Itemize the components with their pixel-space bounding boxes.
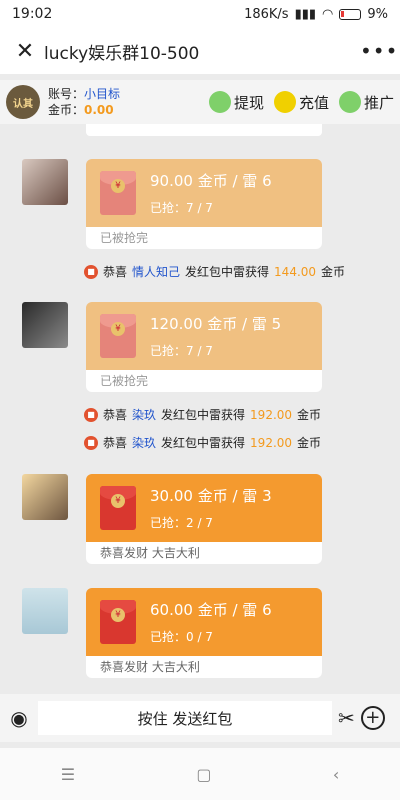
menu-icon[interactable]: ☰ [61,765,75,784]
red-packet[interactable]: ¥ 60.00 金币 / 雷 6 已抢：0 / 7 恭喜发财 大吉大利 [86,588,322,678]
signal-icon: ▮▮▮ [294,6,317,22]
home-icon[interactable]: ▢ [196,765,211,784]
title-bar: ✕ lucky娱乐群10-500 ••• [0,28,400,74]
withdraw-icon [208,91,231,113]
packet-grab-count: 已抢：7 / 7 [150,344,213,358]
coin-balance: 0.00 [84,103,114,117]
notice-icon: ■ [84,264,98,279]
promote-button[interactable]: 推广 [338,91,394,113]
battery-icon [339,8,362,20]
packet-greeting: 恭喜发财 大吉大利 [86,656,322,678]
account-bar: 认其 账号：小目标 金币：0.00 提现 充值 推广 [0,80,400,124]
account-name[interactable]: 小目标 [84,87,120,101]
page-title: lucky娱乐群10-500 [44,43,200,64]
packet-status: 已被抢完 [86,227,322,249]
chat-list[interactable]: ¥ 90.00 金币 / 雷 6 已抢：7 / 7 已被抢完 ■ 恭喜 情人知己… [0,124,400,694]
status-time: 19:02 [12,6,53,22]
win-notice: ■ 恭喜 情人知己 发红包中雷获得 144.00 金币 [84,263,345,280]
packet-amount: 30.00 金币 / 雷 3 [150,487,272,505]
more-menu-icon[interactable]: ••• [360,39,397,63]
recharge-icon [273,91,296,113]
red-packet[interactable]: ¥ 30.00 金币 / 雷 3 已抢：2 / 7 恭喜发财 大吉大利 [86,474,322,564]
avatar[interactable] [22,588,68,634]
red-envelope-icon: ¥ [100,171,136,215]
hold-to-send-button[interactable]: 按住 发送红包 [38,701,332,735]
account-actions: 提现 充值 推广 [208,91,394,113]
packet-amount: 90.00 金币 / 雷 6 [150,172,272,190]
packet-grab-count: 已抢：2 / 7 [150,516,213,530]
add-icon[interactable]: + [360,706,385,730]
notice-user[interactable]: 情人知己 [132,263,180,280]
previous-message-tail [86,124,322,136]
system-nav-bar: ☰ ▢ ‹ [0,748,400,800]
voice-icon[interactable]: ◉ [4,706,34,730]
red-envelope-icon: ¥ [100,486,136,530]
tools-icon[interactable]: ✂ [338,706,355,730]
notice-amount: 144.00 [274,264,317,279]
avatar[interactable] [22,474,68,520]
account-label: 账号： [48,87,85,101]
notice-icon: ■ [84,435,98,450]
input-bar: ◉ 按住 发送红包 ✂ + [0,694,400,742]
notice-amount: 192.00 [250,435,293,450]
red-packet[interactable]: ¥ 120.00 金币 / 雷 5 已抢：7 / 7 已被抢完 [86,302,322,392]
wifi-icon: ◠ [322,6,334,22]
close-icon[interactable]: ✕ [10,39,40,64]
packet-amount: 60.00 金币 / 雷 6 [150,601,272,619]
packet-amount: 120.00 金币 / 雷 5 [150,315,282,333]
promote-icon [338,91,361,113]
packet-grab-count: 已抢：7 / 7 [150,201,213,215]
win-notice: ■ 恭喜 染玖 发红包中雷获得 192.00 金币 [84,406,321,423]
red-envelope-icon: ¥ [100,600,136,644]
win-notice: ■ 恭喜 染玖 发红包中雷获得 192.00 金币 [84,434,321,451]
withdraw-button[interactable]: 提现 [208,91,264,113]
back-icon[interactable]: ‹ [333,765,339,784]
packet-grab-count: 已抢：0 / 7 [150,630,213,644]
battery-percent: 9% [367,6,388,22]
status-bar: 19:02 186K/s ▮▮▮ ◠ 9% [0,0,400,28]
packet-greeting: 恭喜发财 大吉大利 [86,542,322,564]
notice-amount: 192.00 [250,407,293,422]
group-logo: 认其 [6,85,40,119]
red-packet[interactable]: ¥ 90.00 金币 / 雷 6 已抢：7 / 7 已被抢完 [86,159,322,249]
account-info: 账号：小目标 金币：0.00 [48,86,120,118]
notice-icon: ■ [84,407,98,422]
red-envelope-icon: ¥ [100,314,136,358]
notice-user[interactable]: 染玖 [132,406,156,423]
avatar[interactable] [22,302,68,348]
avatar[interactable] [22,159,68,205]
recharge-button[interactable]: 充值 [273,91,329,113]
coin-label: 金币： [48,103,85,117]
network-speed: 186K/s [244,6,289,22]
packet-status: 已被抢完 [86,370,322,392]
notice-user[interactable]: 染玖 [132,434,156,451]
